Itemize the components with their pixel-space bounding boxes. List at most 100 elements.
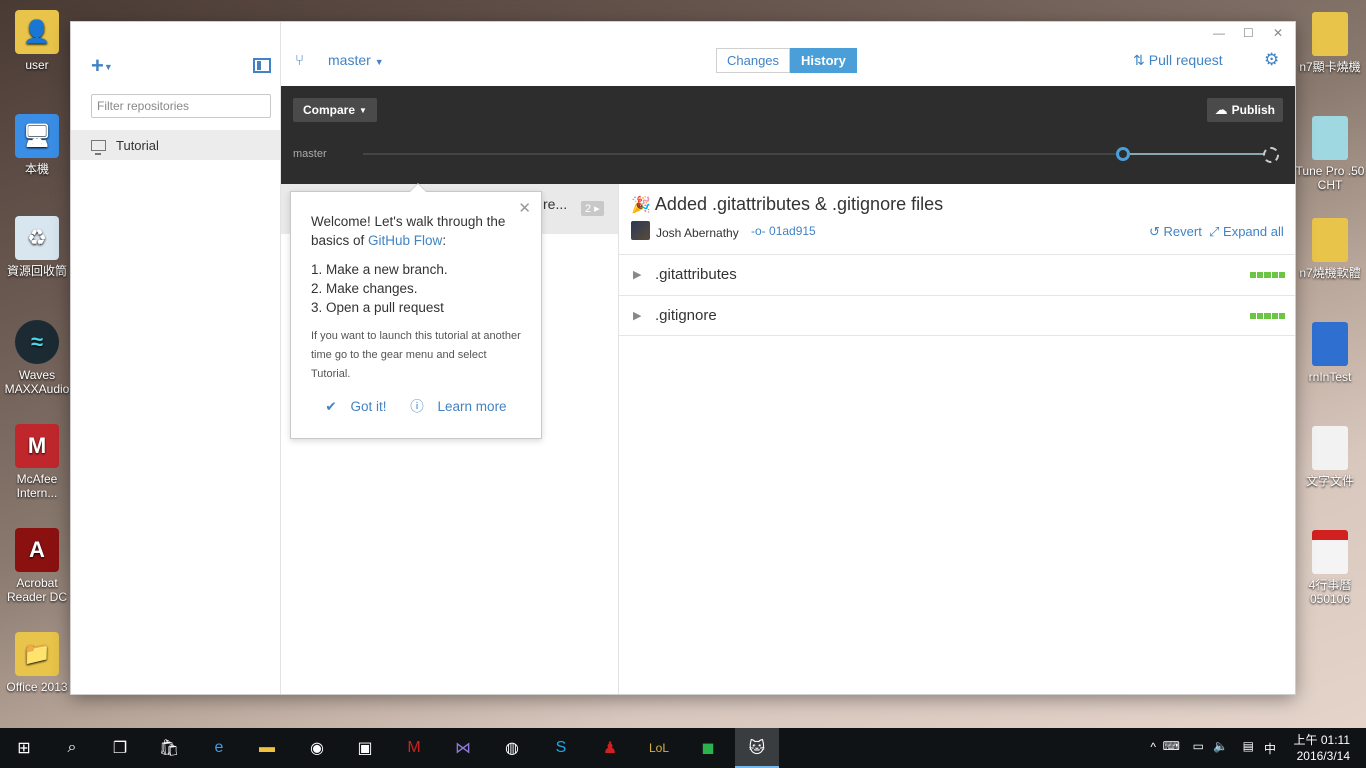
branch-selector[interactable]: master ▼ [328, 52, 384, 68]
file-row-gitattributes[interactable]: ▶ .gitattributes [619, 254, 1295, 295]
acrobat-icon: A [15, 528, 59, 572]
pull-request-button[interactable]: ⇅ Pull request [1133, 52, 1223, 69]
mcafee-icon: M [15, 424, 59, 468]
github-flow-link[interactable]: GitHub Flow [368, 233, 442, 248]
file-name: .gitattributes [655, 266, 737, 283]
clock[interactable]: 上午 01:11 2016/3/14 [1294, 732, 1350, 764]
edge-icon[interactable]: e [207, 736, 231, 760]
check-icon: ✔ [325, 399, 337, 414]
tutorial-note: If you want to launch this tutorial at a… [311, 330, 521, 380]
volume-icon[interactable]: 🔈 [1213, 739, 1228, 753]
tutorial-actions: ✔ Got it! ⓘ Learn more [311, 395, 521, 415]
tutorial-step: 2. Make changes. [311, 281, 418, 296]
desktop-icon-right-4[interactable]: rnInTest [1294, 322, 1366, 384]
line-icon[interactable]: ◼ [696, 736, 720, 760]
desktop-icon-user[interactable]: 👤 user [0, 10, 74, 72]
gear-icon[interactable]: ⚙ [1264, 50, 1279, 70]
got-it-button[interactable]: ✔ Got it! [320, 399, 391, 414]
desktop-icon-label: 4行事曆 050106 [1308, 578, 1352, 606]
github-desktop-icon[interactable]: 🐱 [745, 736, 769, 760]
desktop-icon-waves[interactable]: ≈ Waves MAXXAudio [0, 320, 74, 396]
maximize-button[interactable]: ☐ [1243, 26, 1254, 40]
desktop-icon-right-2[interactable]: Tune Pro .50 CHT [1294, 116, 1366, 192]
desktop-icon-acrobat[interactable]: A Acrobat Reader DC [0, 528, 74, 604]
media-player-icon[interactable]: ◉ [305, 736, 329, 760]
tab-history[interactable]: History [790, 48, 857, 73]
commit-detail: 🎉 Added .gitattributes & .gitignore files… [619, 184, 1295, 694]
tada-icon: 🎉 [631, 197, 651, 214]
recycle-bin-icon: ♻ [15, 216, 59, 260]
desktop-icon-recycle-bin[interactable]: ♻ 資源回收筒 [0, 216, 74, 278]
keyboard-icon[interactable]: ⌨ [1163, 739, 1180, 753]
publish-button[interactable]: ☁ Publish [1206, 98, 1283, 122]
expand-icon: ⤢ [1209, 224, 1220, 239]
chevron-up-icon[interactable]: ^ [1150, 740, 1156, 754]
minimize-button[interactable]: — [1213, 26, 1225, 40]
network-icon[interactable]: ▭ [1193, 739, 1204, 753]
user-folder-icon: 👤 [15, 10, 59, 54]
windows-start-icon[interactable]: ⊞ [12, 736, 36, 760]
commit-count-badge: 2 ▸ [581, 201, 604, 216]
desktop-icon-label: McAfee Intern... [16, 472, 58, 500]
action-center-icon[interactable]: ▤ [1243, 739, 1254, 753]
desktop-icon-right-3[interactable]: n7燒機軟體 [1294, 218, 1366, 280]
timeline-commit-node[interactable] [1116, 147, 1130, 161]
commit-icon: -o- [751, 224, 766, 238]
ime-indicator[interactable]: 中 [1264, 740, 1276, 757]
collapse-sidebar-icon[interactable] [253, 58, 271, 73]
shield-icon [1312, 322, 1348, 366]
expand-all-button[interactable]: ⤢ Expand all [1209, 224, 1284, 240]
control-panel-icon[interactable]: ▣ [353, 736, 377, 760]
learn-more-button[interactable]: ⓘ Learn more [405, 399, 511, 414]
desktop-icon-right-5[interactable]: 文字文件 [1294, 426, 1366, 488]
timeline-branch-label: master [293, 148, 327, 160]
tutorial-step: 1. Make a new branch. [311, 262, 448, 277]
plus-icon: + [91, 53, 104, 78]
tab-changes[interactable]: Changes [716, 48, 791, 73]
desktop-icon-right-1[interactable]: n7顯卡燒機 [1294, 12, 1366, 74]
desktop-icon-right-6[interactable]: 4行事曆 050106 [1294, 530, 1366, 606]
commit-sha[interactable]: -o- 01ad915 [751, 224, 816, 238]
tutorial-steps: 1. Make a new branch. 2. Make changes. 3… [311, 260, 521, 317]
timeline-uncommitted-node[interactable] [1263, 147, 1279, 163]
visual-studio-icon[interactable]: ⋈ [451, 736, 475, 760]
branch-icon: ⑂ [295, 52, 305, 69]
filter-repositories-input[interactable] [91, 94, 271, 118]
commit-author: Josh Abernathy [656, 226, 739, 240]
lol-icon[interactable]: LoL [647, 736, 671, 760]
desktop-icon-office[interactable]: 📁 Office 2013 [0, 632, 74, 694]
cloud-upload-icon: ☁ [1214, 102, 1228, 117]
search-icon[interactable]: ⌕ [60, 736, 84, 760]
task-view-icon[interactable]: ❐ [108, 736, 132, 760]
game-icon[interactable]: ♟ [598, 736, 622, 760]
skype-icon[interactable]: S [549, 736, 573, 760]
file-explorer-icon[interactable]: ▬ [255, 736, 279, 760]
desktop-icon-label: Waves MAXXAudio [4, 368, 70, 396]
file-icon [1312, 12, 1348, 56]
desktop-icon-this-pc[interactable]: 🖥 本機 [0, 114, 74, 176]
mcafee-taskbar-icon[interactable]: M [402, 736, 426, 760]
caret-down-icon: ▼ [374, 57, 384, 67]
commit-sha-value: 01ad915 [769, 224, 816, 238]
add-repository-button[interactable]: +▼ [91, 53, 113, 78]
desktop-icon-label: Office 2013 [6, 680, 68, 694]
close-icon[interactable]: ✕ [518, 199, 531, 217]
compare-button[interactable]: Compare ▼ [293, 98, 377, 122]
chrome-icon[interactable]: ◍ [500, 736, 524, 760]
office-folder-icon: 📁 [15, 632, 59, 676]
desktop-icon-mcafee[interactable]: M McAfee Intern... [0, 424, 74, 500]
commit-title: Added .gitattributes & .gitignore files [654, 194, 944, 214]
file-row-gitignore[interactable]: ▶ .gitignore [619, 295, 1295, 336]
desktop-icon-label: Acrobat Reader DC [6, 576, 68, 604]
tutorial-intro-suffix: : [442, 233, 447, 248]
repo-item-tutorial[interactable]: Tutorial [71, 130, 280, 160]
publish-label: Publish [1231, 103, 1275, 117]
clock-time: 上午 01:11 [1293, 733, 1350, 747]
expand-triangle-icon[interactable]: ▶ [633, 268, 641, 281]
close-window-button[interactable]: ✕ [1273, 26, 1283, 40]
revert-button[interactable]: ↺ Revert [1149, 224, 1202, 240]
store-icon[interactable]: 🛍 [157, 736, 181, 760]
desktop-icon-label: 文字文件 [1305, 474, 1354, 488]
timeline-active-track [1123, 153, 1268, 155]
expand-triangle-icon[interactable]: ▶ [633, 309, 641, 322]
